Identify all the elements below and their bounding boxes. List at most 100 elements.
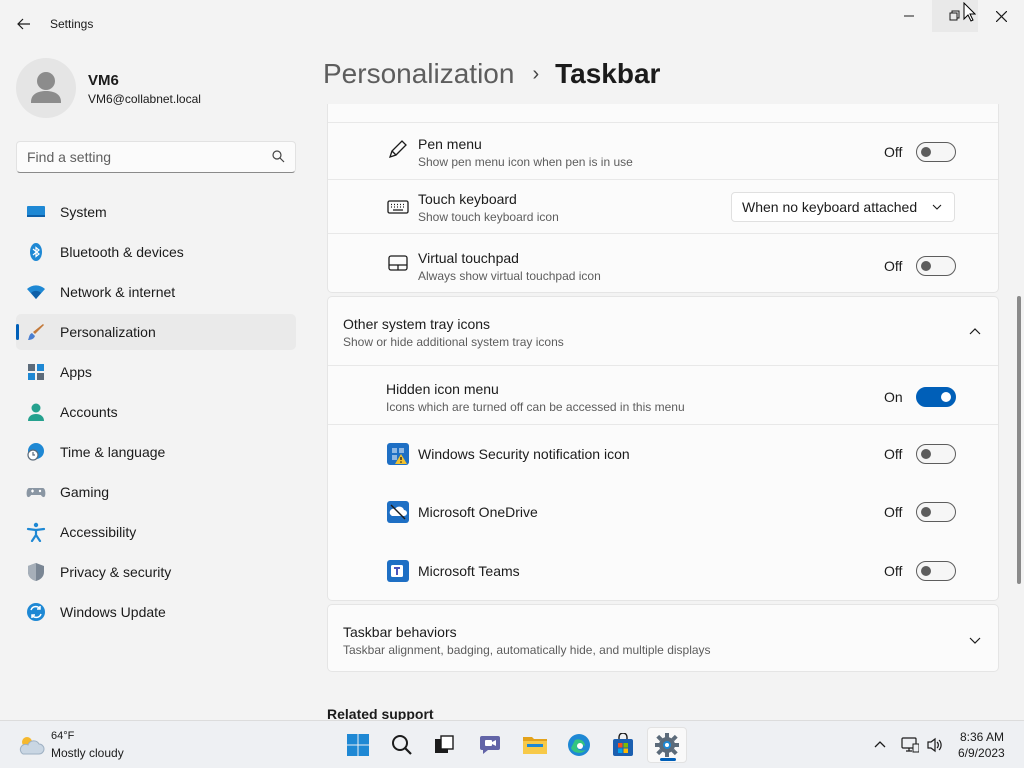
toggle-state-label: Off (884, 563, 903, 579)
onedrive-icon (387, 501, 409, 523)
toggle-state-label: Off (884, 144, 903, 160)
section-subtitle: Show or hide additional system tray icon… (343, 335, 564, 349)
taskbar-behaviors-card[interactable]: Taskbar behaviors Taskbar alignment, bad… (327, 604, 999, 672)
taskbar-edge-button[interactable] (559, 727, 599, 763)
sidebar-item-label: Privacy & security (60, 564, 172, 580)
close-icon (995, 10, 1007, 22)
task-view-icon (435, 735, 454, 753)
taskbar-corner-icons-card: Pen menu Show pen menu icon when pen is … (327, 104, 999, 293)
person-avatar-icon (31, 72, 61, 103)
toggle-state-label: Off (884, 446, 903, 462)
sidebar-item-label: Personalization (60, 324, 156, 340)
weather-cloud-sun-icon[interactable] (16, 733, 46, 757)
store-icon (613, 733, 633, 756)
windows-taskbar: 64°F Mostly cloudy 8:36 AM 6/9/2023 (0, 720, 1024, 768)
chevron-down-icon (932, 204, 942, 210)
section-subtitle: Taskbar alignment, badging, automaticall… (343, 643, 711, 657)
teams-icon (387, 560, 409, 582)
onedrive-toggle[interactable] (916, 502, 956, 522)
sidebar-item-label: Apps (60, 364, 92, 380)
pen-menu-toggle[interactable] (916, 142, 956, 162)
other-tray-icons-header[interactable]: Other system tray icons Show or hide add… (328, 297, 998, 365)
sidebar-item-gaming[interactable]: Gaming (16, 474, 296, 510)
avatar[interactable] (16, 58, 76, 118)
setting-row-teams: Microsoft Teams Off (328, 542, 998, 600)
touch-keyboard-dropdown[interactable]: When no keyboard attached (731, 192, 955, 222)
settings-content: Pen menu Show pen menu icon when pen is … (327, 104, 999, 720)
search-box (16, 141, 296, 173)
breadcrumb: Personalization › Taskbar (323, 58, 660, 90)
app-title: Settings (50, 17, 94, 31)
setting-row-onedrive: Microsoft OneDrive Off (328, 483, 998, 542)
monitor-icon (27, 206, 45, 217)
breadcrumb-parent[interactable]: Personalization (323, 58, 514, 90)
taskbar-chat-button[interactable] (470, 727, 510, 763)
teams-chat-icon (480, 736, 500, 754)
chevron-up-icon[interactable] (968, 325, 982, 339)
user-email: VM6@collabnet.local (88, 92, 201, 106)
sidebar-item-network[interactable]: Network & internet (16, 274, 296, 310)
dropdown-value: When no keyboard attached (742, 199, 918, 215)
minimize-button[interactable] (886, 0, 932, 32)
setting-title: Touch keyboard (418, 191, 517, 207)
setting-title: Microsoft Teams (418, 563, 520, 579)
sidebar-item-privacy[interactable]: Privacy & security (16, 554, 296, 590)
virtual-touchpad-toggle[interactable] (916, 256, 956, 276)
volume-tray-button[interactable] (925, 735, 945, 755)
taskbar-search-button[interactable] (382, 727, 422, 763)
sidebar-item-label: Network & internet (60, 284, 176, 300)
chevron-down-icon[interactable] (968, 633, 982, 647)
sidebar-item-label: Accessibility (60, 524, 137, 540)
sidebar-item-personalization[interactable]: Personalization (16, 314, 296, 350)
search-input[interactable] (17, 142, 257, 172)
sidebar-item-label: Gaming (60, 484, 110, 500)
section-title: Taskbar behaviors (343, 624, 457, 640)
sidebar-item-bluetooth[interactable]: Bluetooth & devices (16, 234, 296, 270)
chevron-up-icon (874, 741, 886, 748)
accessibility-icon (26, 522, 46, 542)
windows-security-toggle[interactable] (916, 444, 956, 464)
keyboard-icon (387, 200, 409, 214)
sidebar-item-accessibility[interactable]: Accessibility (16, 514, 296, 550)
sidebar-item-label: Bluetooth & devices (60, 244, 184, 260)
weather-temperature[interactable]: 64°F (51, 730, 74, 742)
sidebar-item-windows-update[interactable]: Windows Update (16, 594, 296, 630)
taskbar-store-button[interactable] (603, 727, 643, 763)
hidden-icon-menu-toggle[interactable] (916, 387, 956, 407)
taskbar-start-button[interactable] (338, 727, 378, 763)
sidebar-item-time-language[interactable]: Time & language (16, 434, 296, 470)
close-button[interactable] (978, 0, 1024, 32)
sidebar-item-label: Windows Update (60, 604, 166, 620)
volume-icon (927, 737, 942, 753)
setting-subtitle: Always show virtual touchpad icon (418, 269, 601, 283)
file-explorer-icon (523, 737, 547, 754)
toggle-state-label: On (884, 389, 903, 405)
taskbar-task-view-button[interactable] (424, 727, 464, 763)
sidebar-item-system[interactable]: System (16, 194, 296, 230)
mouse-cursor-icon (963, 2, 976, 22)
setting-row-pen-menu: Pen menu Show pen menu icon when pen is … (328, 122, 998, 179)
taskbar-file-explorer-button[interactable] (515, 727, 555, 763)
setting-row-windows-security: Windows Security notification icon Off (328, 424, 998, 483)
search-icon (392, 735, 412, 755)
clock-time[interactable]: 8:36 AM (960, 730, 1004, 744)
sidebar-item-accounts[interactable]: Accounts (16, 394, 296, 430)
setting-title: Virtual touchpad (418, 250, 519, 266)
shield-icon (28, 563, 44, 581)
weather-description[interactable]: Mostly cloudy (51, 746, 124, 760)
sidebar-item-apps[interactable]: Apps (16, 354, 296, 390)
minimize-icon (904, 15, 914, 17)
network-tray-button[interactable] (900, 735, 920, 755)
back-button[interactable] (10, 10, 38, 38)
paintbrush-icon (28, 324, 44, 340)
sidebar-item-label: System (60, 204, 107, 220)
toggle-state-label: Off (884, 258, 903, 274)
show-hidden-icons-button[interactable] (870, 735, 890, 755)
content-scrollbar[interactable] (1017, 296, 1021, 584)
taskbar-settings-button[interactable] (647, 727, 687, 763)
search-icon[interactable] (272, 150, 285, 163)
clock-globe-icon (27, 443, 44, 461)
clock-date[interactable]: 6/9/2023 (958, 746, 1005, 760)
network-icon (901, 737, 919, 753)
teams-toggle[interactable] (916, 561, 956, 581)
